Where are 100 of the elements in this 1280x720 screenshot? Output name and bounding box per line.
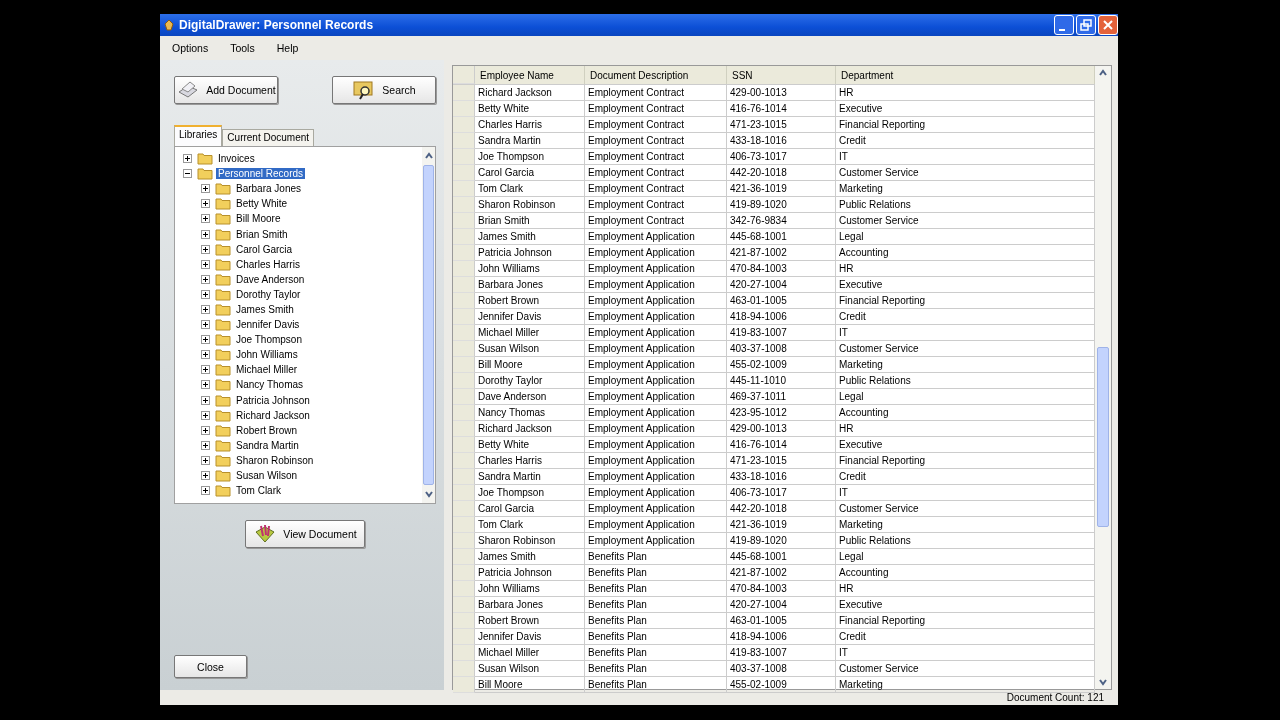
- menu-item[interactable]: Tools: [224, 42, 261, 54]
- scrollbar[interactable]: [422, 147, 435, 503]
- tree-item[interactable]: Dave Anderson: [234, 273, 307, 285]
- menu-item[interactable]: Options: [166, 42, 215, 54]
- row-header[interactable]: [453, 421, 475, 437]
- row-header[interactable]: [453, 117, 475, 133]
- expand-icon[interactable]: [201, 350, 210, 360]
- expand-icon[interactable]: [201, 395, 210, 405]
- view-document-button[interactable]: View Document: [245, 520, 365, 548]
- expand-icon[interactable]: [183, 154, 192, 164]
- expand-icon[interactable]: [201, 199, 210, 209]
- expand-icon[interactable]: [201, 455, 210, 465]
- tree-item[interactable]: Robert Brown: [234, 424, 300, 436]
- tree-item[interactable]: Barbara Jones: [234, 183, 304, 195]
- tree-item[interactable]: Michael Miller: [234, 364, 300, 376]
- row-header[interactable]: [453, 149, 475, 165]
- tree-item[interactable]: Carol Garcia: [234, 243, 295, 255]
- close-dialog-button[interactable]: Close: [174, 655, 247, 678]
- expand-icon[interactable]: [201, 259, 210, 269]
- row-header[interactable]: [453, 389, 475, 405]
- row-header[interactable]: [453, 565, 475, 581]
- expand-icon[interactable]: [201, 305, 210, 314]
- row-header[interactable]: [453, 453, 475, 469]
- row-header[interactable]: [453, 677, 475, 693]
- tree-item[interactable]: Joe Thompson: [234, 334, 304, 346]
- tree-item[interactable]: Patricia Johnson: [234, 394, 312, 406]
- tree-item[interactable]: Personnel Records: [216, 168, 306, 180]
- tree-item[interactable]: Susan Wilson: [234, 470, 300, 481]
- row-header[interactable]: [453, 293, 475, 309]
- row-header[interactable]: [453, 661, 475, 677]
- tree-item[interactable]: Nancy Thomas: [234, 379, 306, 391]
- expand-icon[interactable]: [201, 335, 210, 345]
- expand-icon[interactable]: [201, 486, 210, 496]
- tree-item[interactable]: Tom Clark: [234, 485, 283, 497]
- row-header[interactable]: [453, 245, 475, 261]
- row-header[interactable]: [453, 357, 475, 373]
- expand-icon[interactable]: [201, 289, 210, 299]
- menu-item[interactable]: Help: [270, 42, 305, 54]
- search-button[interactable]: Search: [332, 76, 436, 104]
- row-header[interactable]: [453, 469, 475, 485]
- row-header[interactable]: [453, 405, 475, 421]
- expand-icon[interactable]: [201, 229, 210, 239]
- row-header[interactable]: [453, 501, 475, 517]
- scrollbar[interactable]: [1095, 66, 1111, 689]
- expand-icon[interactable]: [201, 244, 210, 254]
- row-header[interactable]: [453, 133, 475, 149]
- column-header[interactable]: Employee Name: [475, 66, 585, 84]
- row-header[interactable]: [453, 581, 475, 597]
- scroll-up-icon[interactable]: [423, 151, 434, 161]
- row-header[interactable]: [453, 85, 475, 101]
- tree-item[interactable]: Bill Moore: [234, 213, 283, 225]
- tree-item[interactable]: Charles Harris: [234, 258, 302, 270]
- row-header[interactable]: [453, 213, 475, 229]
- row-header[interactable]: [453, 517, 475, 533]
- row-header[interactable]: [453, 597, 475, 613]
- expand-icon[interactable]: [201, 440, 210, 450]
- row-header[interactable]: [453, 229, 475, 245]
- row-header[interactable]: [453, 373, 475, 389]
- tree-item[interactable]: Dorothy Taylor: [234, 288, 303, 300]
- tree-item[interactable]: Brian Smith: [234, 228, 290, 240]
- row-header[interactable]: [453, 549, 475, 565]
- row-header[interactable]: [453, 613, 475, 629]
- add-document-button[interactable]: Add Document: [174, 76, 278, 104]
- scroll-thumb[interactable]: [1097, 347, 1109, 527]
- scroll-thumb[interactable]: [423, 165, 434, 485]
- close-button[interactable]: [1098, 15, 1118, 35]
- row-header[interactable]: [453, 309, 475, 325]
- tree-item[interactable]: Sandra Martin: [234, 439, 301, 451]
- expand-icon[interactable]: [201, 320, 210, 330]
- row-header[interactable]: [453, 645, 475, 661]
- expand-icon[interactable]: [201, 410, 210, 420]
- expand-icon[interactable]: [201, 471, 210, 480]
- row-header[interactable]: [453, 629, 475, 645]
- minimize-button[interactable]: [1054, 15, 1074, 35]
- collapse-icon[interactable]: [183, 169, 192, 179]
- tree-item[interactable]: Sharon Robinson: [234, 454, 316, 466]
- tab[interactable]: Current Document: [222, 129, 315, 146]
- column-header[interactable]: Document Description: [585, 66, 727, 84]
- restore-button[interactable]: [1076, 15, 1096, 35]
- row-header[interactable]: [453, 165, 475, 181]
- row-header[interactable]: [453, 197, 475, 213]
- column-header[interactable]: SSN: [727, 66, 836, 84]
- expand-icon[interactable]: [201, 184, 210, 194]
- expand-icon[interactable]: [201, 425, 210, 435]
- tree-item[interactable]: Richard Jackson: [234, 409, 312, 421]
- tree-item[interactable]: Betty White: [234, 198, 290, 210]
- expand-icon[interactable]: [201, 380, 210, 390]
- row-header[interactable]: [453, 341, 475, 357]
- expand-icon[interactable]: [201, 214, 210, 224]
- scroll-up-icon[interactable]: [1098, 68, 1108, 78]
- row-header[interactable]: [453, 325, 475, 341]
- tree-item[interactable]: Jennifer Davis: [234, 319, 302, 331]
- row-header[interactable]: [453, 261, 475, 277]
- row-header[interactable]: [453, 533, 475, 549]
- row-header[interactable]: [453, 485, 475, 501]
- tree-item[interactable]: Invoices: [216, 153, 257, 165]
- row-header[interactable]: [453, 101, 475, 117]
- expand-icon[interactable]: [201, 274, 210, 284]
- row-header[interactable]: [453, 181, 475, 197]
- tree-item[interactable]: John Williams: [234, 349, 300, 361]
